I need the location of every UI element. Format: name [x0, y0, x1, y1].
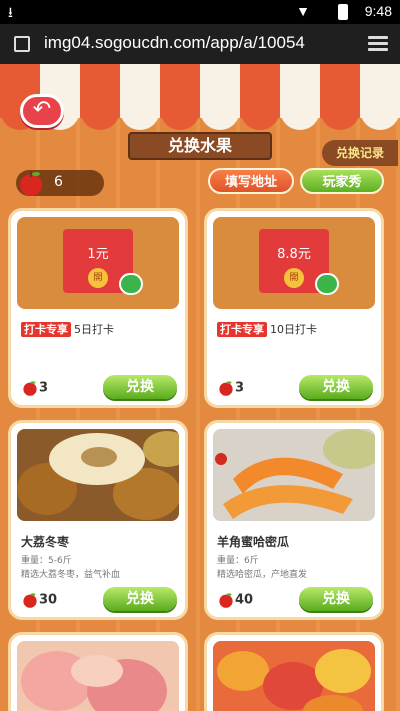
red-packet-amount: 1元: [87, 247, 109, 262]
card-price: 3: [21, 379, 48, 397]
apple-icon: [23, 381, 37, 396]
balance-value: 6: [54, 174, 63, 190]
apple-icon: [219, 381, 233, 396]
card-desc: 5日打卡: [74, 323, 114, 336]
red-packet-seal: 開: [88, 268, 108, 288]
download-icon: ⭳: [8, 4, 13, 20]
exchange-fruit-screen: ↶ 兑换水果 兑换记录 6 填写地址 玩家秀 1元 開 打卡专享 5日打卡 3 兑…: [0, 64, 400, 711]
page-title: 兑换水果: [128, 132, 272, 160]
reward-card: 1元 開 打卡专享 5日打卡 3 兑换: [8, 208, 188, 408]
mango-image: [213, 641, 375, 711]
wifi-icon: ▼: [296, 3, 310, 19]
fruit-desc: 精选哈密瓜，产地直发: [217, 570, 308, 580]
fill-address-button[interactable]: 填写地址: [208, 168, 294, 194]
fruit-card: [204, 632, 384, 711]
fruit-card: 大荔冬枣 重量：5-6斤 精选大荔冬枣，益气补血 30 兑换: [8, 420, 188, 620]
checkin-tag: 打卡专享: [21, 322, 71, 337]
back-arrow-icon: ↶: [32, 97, 52, 122]
price-value: 3: [235, 380, 245, 396]
checkin-tag: 打卡专享: [217, 322, 267, 337]
melon-image: [213, 429, 375, 521]
status-bar: ⭳ ▼ 9:48: [0, 0, 400, 24]
card-tag-row: 打卡专享 10日打卡: [217, 321, 317, 337]
jujube-image: [17, 429, 179, 521]
price-value: 30: [39, 592, 58, 608]
price-value: 40: [235, 592, 254, 608]
card-price: 40: [217, 591, 253, 609]
peach-photo: [17, 641, 179, 711]
browser-url-bar: img04.sogoucdn.com/app/a/10054: [0, 24, 400, 64]
red-packet-amount: 8.8元: [277, 247, 311, 262]
melon-photo: [213, 429, 375, 521]
clock: 9:48: [364, 3, 392, 19]
battery-icon: [338, 4, 348, 20]
card-tag-row: 打卡专享 5日打卡: [21, 321, 114, 337]
mango-photo: [213, 641, 375, 711]
fruit-name: 大荔冬枣: [21, 535, 70, 549]
apple-icon: [20, 171, 42, 196]
wechat-icon: [315, 273, 339, 295]
fruit-name: 羊角蜜哈密瓜: [217, 535, 290, 549]
player-show-button[interactable]: 玩家秀: [300, 168, 384, 194]
back-button[interactable]: ↶: [20, 94, 64, 128]
price-value: 3: [39, 380, 49, 396]
exchange-history-button[interactable]: 兑换记录: [322, 140, 398, 166]
reward-card: 8.8元 開 打卡专享 10日打卡 3 兑换: [204, 208, 384, 408]
url-text[interactable]: img04.sogoucdn.com/app/a/10054: [44, 33, 305, 53]
peach-image: [17, 641, 179, 711]
redeem-button[interactable]: 兑换: [299, 587, 373, 611]
card-desc: 10日打卡: [270, 323, 317, 336]
card-thumbnail: 8.8元 開: [213, 217, 375, 309]
apple-icon: [219, 593, 233, 608]
card-price: 30: [21, 591, 57, 609]
tabs-menu-icon[interactable]: [368, 36, 388, 52]
fruit-weight: 重量：5-6斤: [21, 556, 72, 566]
card-price: 3: [217, 379, 244, 397]
fruit-weight: 重量：6斤: [217, 556, 259, 566]
apple-icon: [23, 593, 37, 608]
fruit-card: [8, 632, 188, 711]
wechat-icon: [119, 273, 143, 295]
red-packet-seal: 開: [284, 268, 304, 288]
card-thumbnail: 1元 開: [17, 217, 179, 309]
redeem-button[interactable]: 兑换: [103, 587, 177, 611]
fruit-card: 羊角蜜哈密瓜 重量：6斤 精选哈密瓜，产地直发 40 兑换: [204, 420, 384, 620]
fruit-desc: 精选大荔冬枣，益气补血: [21, 570, 121, 580]
redeem-button[interactable]: 兑换: [103, 375, 177, 399]
site-icon: [14, 36, 30, 52]
jujube-photo: [17, 429, 179, 521]
apple-balance: 6: [16, 170, 104, 196]
redeem-button[interactable]: 兑换: [299, 375, 373, 399]
